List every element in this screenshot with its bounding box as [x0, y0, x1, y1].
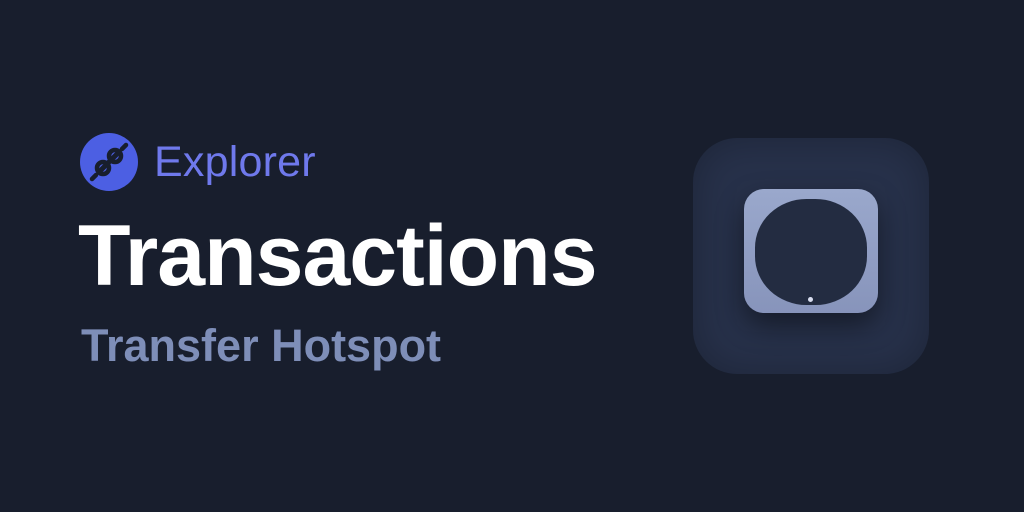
brand-name: Explorer [154, 138, 316, 186]
page-title: Transactions [78, 208, 598, 304]
status-led [808, 297, 813, 302]
device-face [755, 199, 867, 305]
brand-lockup: Explorer [80, 133, 316, 191]
hotspot-tile [693, 138, 929, 374]
og-card: Explorer Transactions Transfer Hotspot [0, 0, 1024, 512]
page-subtitle: Transfer Hotspot [81, 320, 442, 371]
hotspot-device-icon [744, 189, 878, 313]
helium-logo-icon [80, 133, 138, 191]
